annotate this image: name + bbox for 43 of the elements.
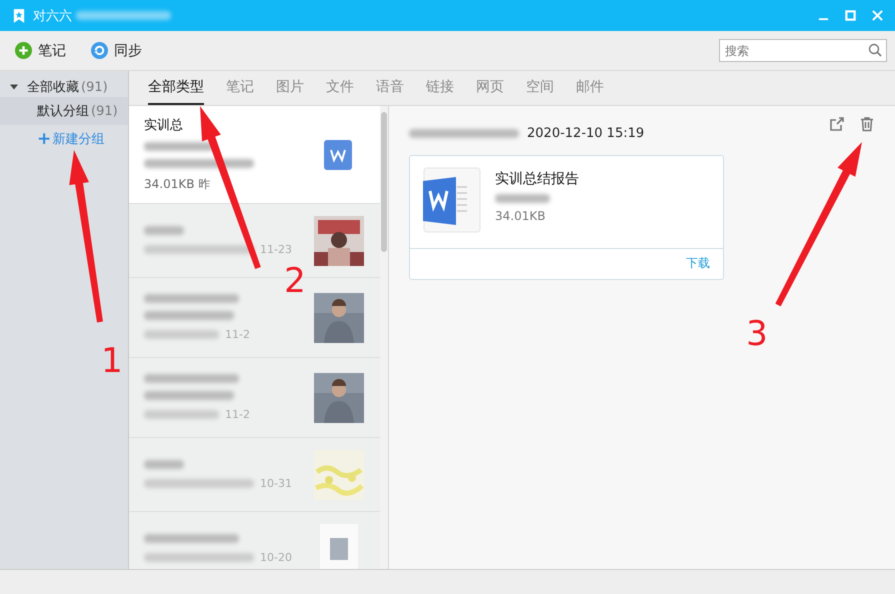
annotation-number: 1 [101, 341, 123, 381]
blurred-text [144, 226, 184, 234]
tree-item[interactable]: 默认分组(91) [0, 97, 128, 125]
note-title: 实训总 [144, 117, 183, 134]
note-meta: 34.01KB 昨 [144, 176, 210, 193]
new-group-link[interactable]: +新建分组 [0, 125, 104, 149]
tab[interactable]: 空间 [526, 71, 554, 105]
note-item[interactable]: 实训总 34.01KB 昨 [129, 106, 380, 204]
trash-icon[interactable] [859, 116, 875, 132]
tab[interactable]: 网页 [476, 71, 504, 105]
tab[interactable]: 链接 [426, 71, 454, 105]
download-link[interactable]: 下载 [686, 255, 710, 272]
note-time: 10-31 [260, 476, 292, 490]
tab[interactable]: 图片 [276, 71, 304, 105]
scrollbar[interactable] [380, 106, 388, 569]
blurred-text [144, 460, 184, 468]
window-title: 对六六 [33, 8, 72, 24]
note-time: 11-23 [260, 242, 292, 256]
close-icon[interactable] [872, 10, 883, 21]
annotation-number: 3 [746, 314, 768, 354]
tab[interactable]: 邮件 [576, 71, 604, 105]
tab[interactable]: 文件 [326, 71, 354, 105]
search-field[interactable]: 搜索 [719, 39, 887, 62]
search-icon [868, 43, 882, 57]
bookmark-icon [13, 8, 25, 22]
maximize-icon[interactable] [845, 10, 856, 21]
blurred-text [144, 142, 214, 151]
blurred-text [495, 194, 550, 203]
file-name: 实训总结报告 [495, 170, 579, 188]
note-date: 2020-12-10 15:19 [527, 126, 644, 140]
note-time: 11-2 [225, 408, 250, 421]
plus-icon [15, 42, 32, 59]
word-icon [423, 166, 481, 234]
note-time: 11-2 [225, 328, 250, 341]
file-size: 34.01KB [495, 209, 546, 223]
share-icon[interactable] [829, 116, 845, 132]
toolbar-button[interactable]: 笔记 [15, 42, 66, 60]
sync-icon [91, 42, 108, 59]
note-time: 10-20 [260, 550, 292, 564]
tab[interactable]: 笔记 [226, 71, 254, 105]
tree-item[interactable]: 全部收藏(91) [0, 77, 128, 97]
tab[interactable]: 语音 [376, 71, 404, 105]
toolbar-button[interactable]: 同步 [91, 42, 142, 60]
